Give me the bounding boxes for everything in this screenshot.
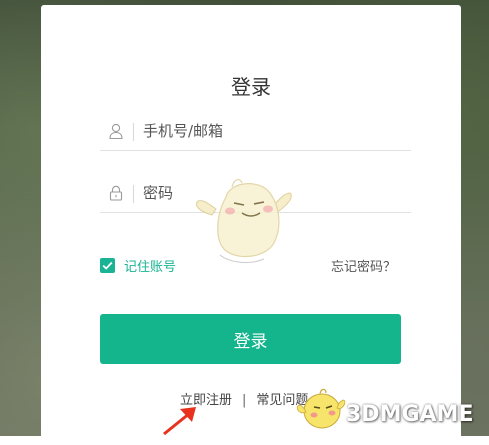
account-field: [100, 114, 411, 151]
forgot-password-link[interactable]: 忘记密码？: [331, 256, 396, 275]
field-separator: [133, 185, 134, 203]
link-divider: |: [242, 393, 247, 408]
login-button[interactable]: 登录: [100, 314, 401, 364]
watermark-mascot-icon: [296, 388, 346, 429]
account-input[interactable]: [143, 118, 393, 144]
check-icon: [102, 261, 113, 270]
remember-label: 记住账号: [124, 259, 177, 275]
user-icon: [109, 123, 123, 140]
mascot-illustration: [196, 178, 292, 263]
red-arrow-icon: [163, 407, 196, 436]
checkbox-box[interactable]: [100, 257, 115, 273]
page-title: 登录: [231, 75, 271, 99]
field-separator: [133, 123, 134, 141]
watermark-text: 3DMGAME: [346, 402, 474, 427]
watermark: 3DMGAME: [290, 383, 489, 436]
remember-account-checkbox[interactable]: 记住账号: [100, 256, 177, 275]
lock-icon: [109, 185, 123, 201]
